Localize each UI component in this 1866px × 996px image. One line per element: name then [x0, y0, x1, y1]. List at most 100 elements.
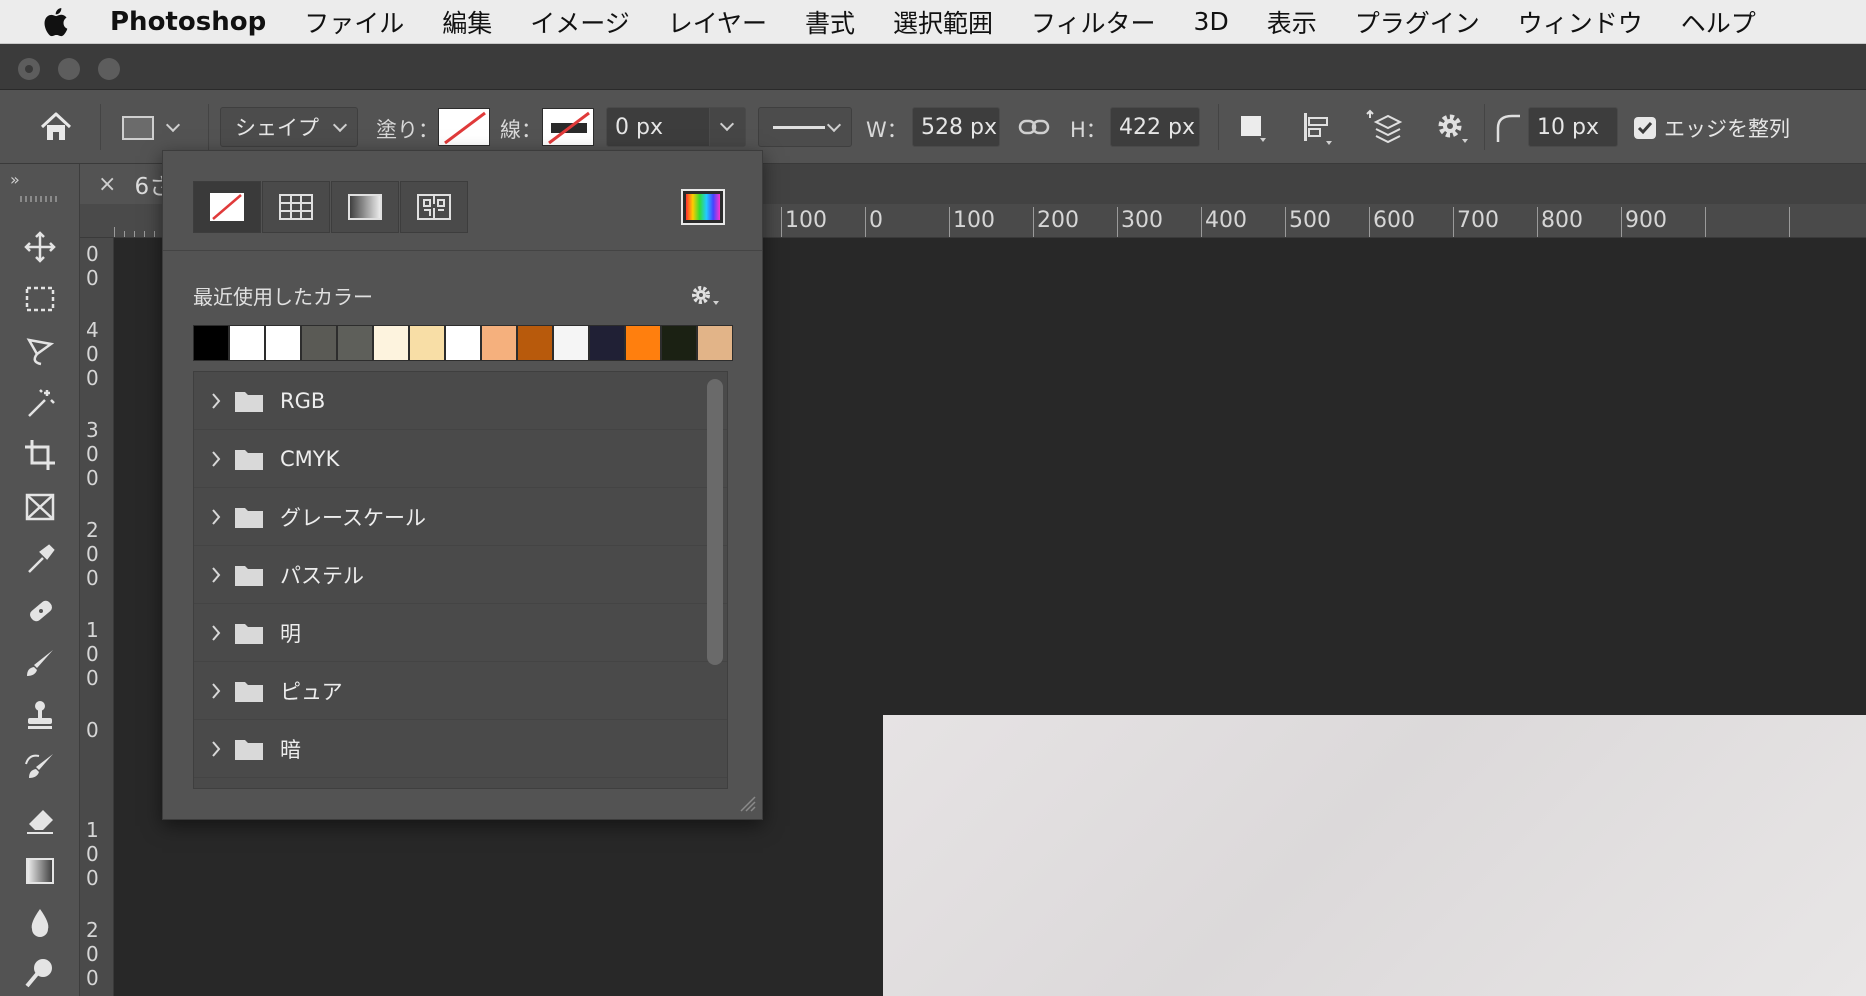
menu-layer[interactable]: レイヤー — [668, 4, 767, 40]
align-edges-checkbox[interactable] — [1634, 117, 1656, 139]
chevron-right-icon[interactable] — [210, 449, 222, 469]
library-folder-cmyk[interactable]: CMYK — [194, 430, 727, 488]
gear-icon[interactable] — [689, 283, 729, 307]
stroke-width-input[interactable]: 0 px — [606, 107, 746, 147]
recent-color-swatch[interactable] — [697, 325, 733, 361]
menu-filter[interactable]: フィルター — [1031, 4, 1156, 40]
window-zoom-button[interactable] — [98, 58, 120, 80]
library-folder-grayscale[interactable]: グレースケール — [194, 488, 727, 546]
app-menu-photoshop[interactable]: Photoshop — [110, 7, 266, 37]
document-canvas[interactable] — [883, 715, 1866, 996]
fill-swatch-button[interactable] — [438, 108, 490, 146]
window-close-button[interactable] — [18, 58, 40, 80]
ruler-digit: 0 — [86, 366, 99, 390]
path-arrangement-icon[interactable] — [1364, 108, 1404, 146]
path-alignment-icon[interactable] — [1300, 110, 1336, 146]
swatch-library-list[interactable]: RGB CMYK グレースケール パステル 明 ピュア 暗 — [193, 371, 728, 789]
recent-color-swatch[interactable] — [661, 325, 697, 361]
clone-stamp-tool-icon[interactable] — [17, 692, 63, 738]
move-tool-icon[interactable] — [17, 224, 63, 270]
history-brush-tool-icon[interactable] — [17, 744, 63, 790]
ruler-digit: 0 — [86, 666, 99, 690]
library-folder-light[interactable]: 明 — [194, 604, 727, 662]
chevron-right-icon[interactable] — [210, 507, 222, 527]
chevron-right-icon[interactable] — [210, 739, 222, 759]
blur-tool-icon[interactable] — [17, 900, 63, 946]
chevron-right-icon[interactable] — [210, 681, 222, 701]
crop-tool-icon[interactable] — [17, 432, 63, 478]
stroke-swatch-button[interactable] — [542, 108, 594, 146]
color-spectrum-icon — [686, 194, 720, 220]
solid-color-button[interactable] — [262, 181, 330, 233]
brush-tool-icon[interactable] — [17, 640, 63, 686]
library-folder-pastel[interactable]: パステル — [194, 546, 727, 604]
recent-color-swatch[interactable] — [553, 325, 589, 361]
library-name: ピュア — [280, 679, 343, 704]
menu-file[interactable]: ファイル — [304, 4, 404, 40]
gear-icon[interactable] — [1432, 108, 1472, 146]
recent-color-swatch[interactable] — [229, 325, 265, 361]
corner-radius-value: 10 px — [1537, 114, 1599, 140]
menu-help[interactable]: ヘルプ — [1681, 4, 1756, 40]
recent-color-swatch[interactable] — [337, 325, 373, 361]
pattern-fill-button[interactable] — [400, 181, 468, 233]
eraser-tool-icon[interactable] — [17, 796, 63, 842]
library-scrollbar[interactable] — [707, 379, 723, 665]
gradient-fill-button[interactable] — [331, 181, 399, 233]
library-folder-rgb[interactable]: RGB — [194, 372, 727, 430]
menu-view[interactable]: 表示 — [1267, 4, 1317, 40]
resize-grip-icon[interactable] — [737, 793, 757, 813]
frame-tool-icon[interactable] — [17, 484, 63, 530]
recent-color-swatch[interactable] — [301, 325, 337, 361]
tool-preset-picker[interactable] — [122, 112, 192, 144]
recent-color-swatch[interactable] — [265, 325, 301, 361]
tab-close-icon[interactable]: × — [98, 172, 116, 197]
window-minimize-button[interactable] — [58, 58, 80, 80]
chevron-right-icon[interactable] — [210, 565, 222, 585]
chevron-right-icon[interactable] — [210, 391, 222, 411]
apple-icon[interactable] — [0, 0, 110, 44]
width-label: W： — [866, 118, 908, 142]
chevron-right-icon[interactable] — [210, 623, 222, 643]
menu-window[interactable]: ウィンドウ — [1518, 4, 1643, 40]
corner-radius-input[interactable]: 10 px — [1528, 107, 1618, 147]
healing-brush-tool-icon[interactable] — [17, 588, 63, 634]
stroke-type-dropdown[interactable] — [758, 107, 852, 147]
menu-image[interactable]: イメージ — [530, 4, 630, 40]
magic-wand-tool-icon[interactable] — [17, 380, 63, 426]
link-icon[interactable] — [1018, 112, 1050, 142]
menu-type[interactable]: 書式 — [805, 4, 855, 40]
menu-select[interactable]: 選択範囲 — [893, 4, 993, 40]
marquee-tool-icon[interactable] — [17, 276, 63, 322]
panel-expand-icon[interactable]: » — [10, 170, 20, 189]
ruler-digit: 0 — [86, 542, 99, 566]
home-icon[interactable] — [36, 108, 76, 146]
toolbar-grip[interactable] — [20, 196, 58, 202]
library-folder-pure[interactable]: ピュア — [194, 662, 727, 720]
height-input[interactable]: 422 px — [1110, 107, 1200, 147]
fill-color-popup: 最近使用したカラー RGB CMYK グレースケール パステル 明 ピュア 暗 — [162, 150, 763, 820]
menu-edit[interactable]: 編集 — [442, 4, 492, 40]
width-input[interactable]: 528 px — [912, 107, 1000, 147]
no-color-button[interactable] — [193, 181, 261, 233]
menu-3d[interactable]: 3D — [1194, 7, 1229, 36]
menu-plugins[interactable]: プラグイン — [1355, 4, 1480, 40]
recent-color-swatch[interactable] — [589, 325, 625, 361]
gradient-tool-icon[interactable] — [17, 848, 63, 894]
path-operations-icon[interactable] — [1236, 110, 1270, 144]
dodge-tool-icon[interactable] — [17, 950, 63, 996]
recent-color-swatch[interactable] — [625, 325, 661, 361]
recent-color-swatch[interactable] — [445, 325, 481, 361]
stroke-width-dropdown[interactable] — [709, 108, 745, 146]
recent-color-swatch[interactable] — [481, 325, 517, 361]
tool-mode-dropdown[interactable]: シェイプ — [220, 107, 358, 147]
recent-color-swatch[interactable] — [373, 325, 409, 361]
lasso-tool-icon[interactable] — [17, 328, 63, 374]
library-name: CMYK — [280, 446, 340, 471]
recent-color-swatch[interactable] — [193, 325, 229, 361]
recent-color-swatch[interactable] — [517, 325, 553, 361]
eyedropper-tool-icon[interactable] — [17, 536, 63, 582]
color-picker-button[interactable] — [681, 189, 725, 225]
recent-color-swatch[interactable] — [409, 325, 445, 361]
library-folder-dark[interactable]: 暗 — [194, 720, 727, 778]
